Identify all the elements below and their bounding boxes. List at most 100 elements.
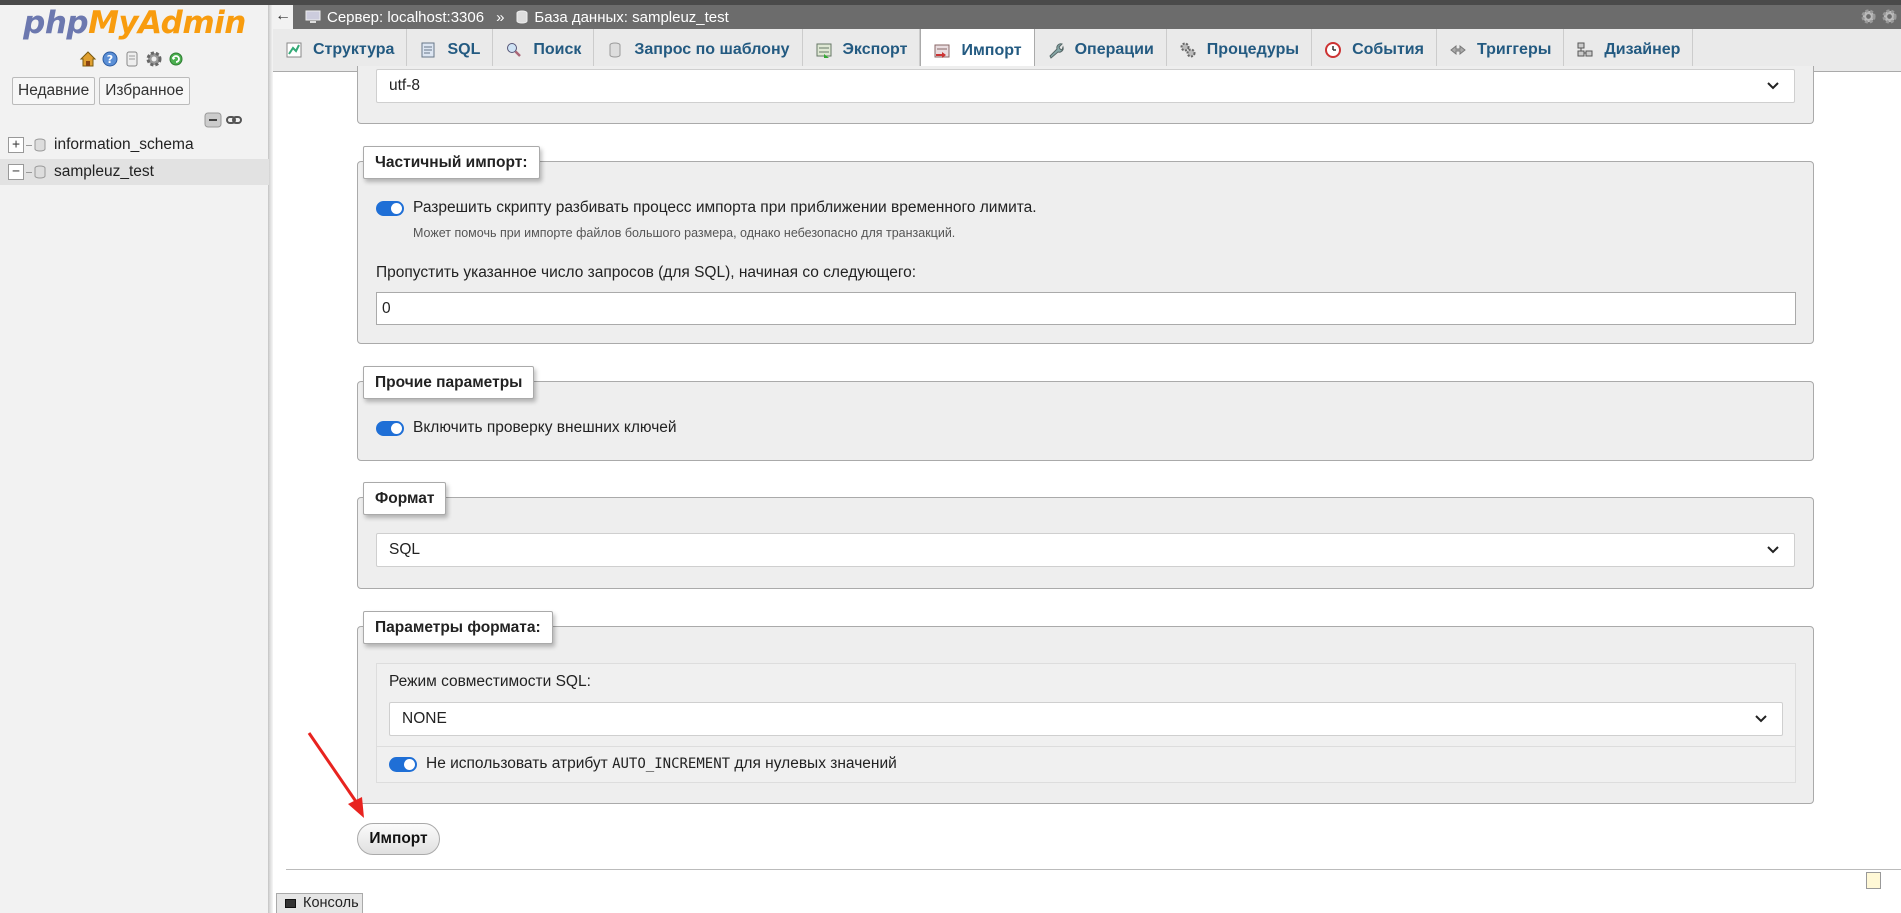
allow-interrupt-hint: Может помочь при импорте файлов большого… — [413, 226, 956, 240]
sql-compat-label: Режим совместимости SQL: — [389, 673, 591, 690]
format-options-legend: Параметры формата: — [363, 611, 553, 644]
other-options-fieldset: Прочие параметры Включить проверку внешн… — [357, 366, 1814, 461]
home-icon[interactable] — [79, 50, 97, 68]
chevron-down-icon — [1755, 715, 1767, 723]
chevron-down-icon — [1767, 82, 1779, 90]
tab-label: Дизайнер — [1604, 41, 1681, 58]
tree-db-item-selected[interactable]: − sampleuz_test — [0, 159, 269, 185]
tree-connector — [26, 171, 32, 173]
format-options-fieldset: Параметры формата: Режим совместимости S… — [357, 611, 1814, 804]
tab-label: Структура — [313, 41, 395, 58]
import-submit-button[interactable]: Импорт — [357, 823, 440, 855]
fk-checks-toggle[interactable] — [376, 421, 404, 436]
structure-icon — [286, 42, 302, 58]
events-icon — [1325, 42, 1342, 58]
designer-icon — [1577, 42, 1593, 57]
sql-compat-select[interactable]: NONE — [389, 702, 1783, 736]
tab-label: Запрос по шаблону — [634, 41, 790, 58]
tab-routines[interactable]: Процедуры — [1167, 29, 1313, 71]
allow-interrupt-toggle[interactable] — [376, 201, 404, 216]
svg-text:?: ? — [107, 53, 113, 66]
tab-triggers[interactable]: Триггеры — [1437, 29, 1565, 71]
nav-quick-icons: ? — [79, 48, 185, 70]
collapse-nav-arrow-icon[interactable]: ← — [273, 5, 293, 29]
no-auto-value-pre: Не использовать атрибут — [426, 755, 608, 772]
import-icon — [934, 44, 950, 58]
logo-php-text: php — [23, 5, 89, 41]
tab-export[interactable]: Экспорт — [803, 29, 921, 71]
nav-tab-favorites[interactable]: Избранное — [99, 77, 190, 105]
charset-fieldset: utf-8 — [357, 66, 1814, 124]
breadcrumb-database[interactable]: База данных: sampleuz_test — [534, 9, 728, 26]
other-options-legend: Прочие параметры — [363, 366, 535, 399]
partial-import-legend: Частичный импорт: — [363, 146, 540, 179]
skip-queries-input[interactable]: 0 — [376, 292, 1796, 325]
no-auto-value-post: для нулевых значений — [734, 755, 897, 772]
format-fieldset: Формат SQL — [357, 482, 1814, 589]
page-settings-gear-icon[interactable] — [1860, 8, 1877, 29]
link-with-main-icon[interactable] — [225, 112, 243, 133]
routines-icon — [1180, 42, 1196, 58]
format-legend: Формат — [363, 482, 447, 515]
expand-icon[interactable]: + — [8, 137, 24, 153]
tree-tools — [204, 112, 243, 133]
breadcrumb-server[interactable]: Сервер: localhost:3306 — [327, 9, 484, 26]
tab-sql[interactable]: SQL — [407, 29, 494, 71]
skip-queries-label: Пропустить указанное число запросов (для… — [376, 264, 917, 281]
search-icon — [507, 43, 522, 57]
tab-operations[interactable]: Операции — [1035, 29, 1167, 71]
tab-structure[interactable]: Структура — [273, 29, 408, 71]
no-auto-value-code: AUTO_INCREMENT — [612, 756, 731, 772]
tab-label: Операции — [1074, 41, 1154, 58]
charset-select[interactable]: utf-8 — [376, 69, 1795, 103]
chevron-down-icon — [1767, 546, 1779, 554]
footer-divider — [286, 869, 1901, 870]
database-icon — [34, 138, 46, 152]
sql-icon — [421, 42, 435, 58]
tab-designer[interactable]: Дизайнер — [1564, 29, 1694, 71]
tab-label: События — [1352, 41, 1424, 58]
tab-label: Поиск — [533, 41, 582, 58]
format-select[interactable]: SQL — [376, 533, 1795, 567]
format-select-value: SQL — [389, 541, 421, 558]
console-icon — [285, 899, 296, 908]
tab-query[interactable]: Запрос по шаблону — [594, 29, 803, 71]
format-options-panel: Режим совместимости SQL: NONE Не использ… — [376, 663, 1796, 783]
allow-interrupt-label: Разрешить скрипту разбивать процесс импо… — [413, 199, 1037, 216]
no-auto-value-toggle[interactable] — [389, 757, 417, 772]
nav-tabs: Недавние Избранное — [12, 77, 190, 105]
partial-import-fieldset: Частичный импорт: Разрешить скрипту разб… — [357, 146, 1814, 344]
phpmyadmin-logo[interactable]: phpMyAdmin — [0, 5, 269, 41]
settings-gear-icon[interactable] — [145, 50, 163, 68]
tab-label: Триггеры — [1476, 41, 1552, 58]
divider — [377, 746, 1795, 747]
tree-connector — [26, 144, 32, 146]
collapse-icon[interactable]: − — [8, 164, 24, 180]
tree-db-item[interactable]: + information_schema — [8, 132, 194, 158]
tab-label: Экспорт — [842, 41, 908, 58]
reload-icon[interactable] — [167, 50, 185, 68]
console-toggle[interactable]: Консоль — [276, 893, 363, 913]
fk-checks-label: Включить проверку внешних ключей — [413, 419, 677, 436]
server-icon — [305, 10, 321, 23]
help-icon[interactable]: ? — [101, 50, 119, 68]
nav-tab-recent[interactable]: Недавние — [12, 77, 96, 105]
docs-icon[interactable] — [123, 50, 141, 68]
breadcrumb-bar: ← Сервер: localhost:3306 » База данных: … — [273, 5, 1901, 29]
export-icon — [816, 43, 832, 58]
db-name: sampleuz_test — [54, 163, 154, 180]
tab-label: SQL — [447, 41, 481, 58]
database-icon — [34, 165, 46, 179]
page-settings-gear-icon-2[interactable] — [1881, 8, 1898, 29]
page-note-icon[interactable] — [1866, 872, 1881, 889]
query-icon — [609, 42, 621, 58]
console-label: Консоль — [303, 895, 359, 911]
tab-events[interactable]: События — [1312, 29, 1437, 71]
tab-label: Процедуры — [1206, 41, 1300, 58]
tab-label: Импорт — [961, 42, 1022, 59]
breadcrumb: Сервер: localhost:3306 » База данных: sa… — [305, 5, 729, 29]
collapse-all-icon[interactable] — [204, 112, 222, 133]
tab-search[interactable]: Поиск — [493, 29, 595, 71]
breadcrumb-separator: » — [496, 8, 505, 26]
charset-select-value: utf-8 — [389, 77, 421, 94]
